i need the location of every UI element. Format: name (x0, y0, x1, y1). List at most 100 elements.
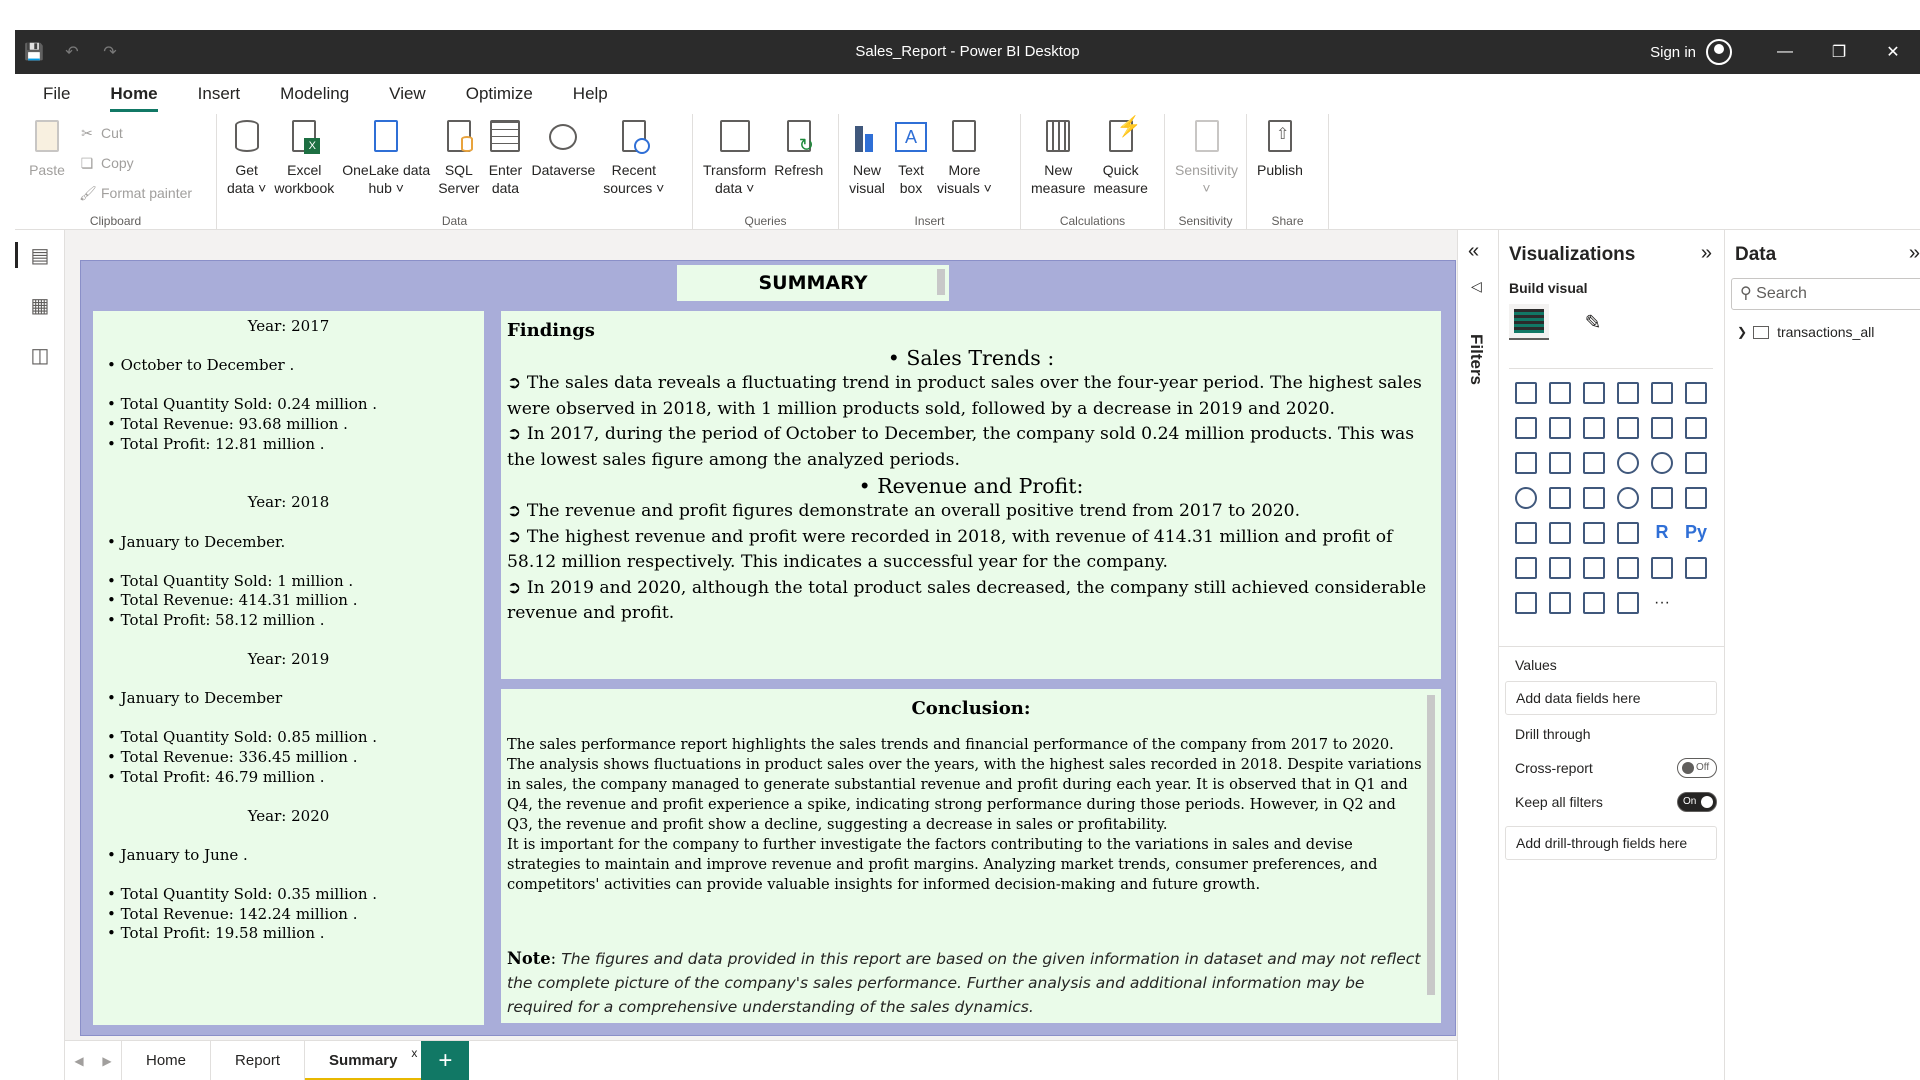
100-stacked-bar-chart-icon[interactable] (1645, 375, 1679, 410)
undo-icon[interactable]: ↶ (53, 30, 91, 74)
key-influencers-icon[interactable] (1509, 550, 1543, 585)
keep-all-filters-state: On (1683, 796, 1697, 807)
power-apps-icon[interactable] (1509, 585, 1543, 620)
r-script-visual-icon[interactable]: R (1645, 515, 1679, 550)
python-visual-icon[interactable]: Py (1679, 515, 1713, 550)
keep-all-filters-toggle[interactable]: On (1677, 792, 1717, 812)
map-icon[interactable] (1509, 480, 1543, 515)
close-tab-icon[interactable]: x (411, 1033, 417, 1073)
slicer-icon[interactable] (1543, 515, 1577, 550)
sql-label-1: SQL (444, 162, 473, 178)
treemap-icon[interactable] (1679, 445, 1713, 480)
ribbon-chart-icon[interactable] (1679, 410, 1713, 445)
waterfall-chart-icon[interactable] (1509, 445, 1543, 480)
menu-file[interactable]: File (43, 74, 70, 114)
azure-map-icon[interactable] (1577, 480, 1611, 515)
model-view-icon[interactable]: ◫ (15, 330, 65, 380)
data-search-input[interactable]: ⚲ Search (1731, 278, 1920, 310)
power-platform-icon[interactable] (1611, 585, 1645, 620)
close-button[interactable]: ✕ (1866, 30, 1920, 74)
prev-page-icon[interactable]: ◀ (65, 1054, 93, 1068)
100-stacked-column-chart-icon[interactable] (1679, 375, 1713, 410)
matrix-icon[interactable] (1611, 515, 1645, 550)
menu-view[interactable]: View (389, 74, 426, 114)
scatter-chart-icon[interactable] (1577, 445, 1611, 480)
pie-chart-icon[interactable] (1611, 445, 1645, 480)
funnel-chart-icon[interactable] (1543, 445, 1577, 480)
page-tab-report[interactable]: Report (210, 1040, 304, 1080)
table-view-icon[interactable]: ▦ (15, 280, 65, 330)
add-page-button[interactable]: + (421, 1040, 470, 1080)
page-tab-summary[interactable]: Summary x (304, 1040, 422, 1080)
copy-button[interactable]: ❏ Copy (79, 148, 192, 178)
menu-modeling[interactable]: Modeling (280, 74, 349, 114)
donut-chart-icon[interactable] (1645, 445, 1679, 480)
menu-optimize[interactable]: Optimize (466, 74, 533, 114)
cut-button[interactable]: ✂ Cut (79, 118, 192, 148)
multi-row-card-icon[interactable] (1679, 480, 1713, 515)
drill-through-drop-zone[interactable]: Add drill-through fields here (1505, 826, 1717, 860)
page-tabs: ◀ ▶ Home Report Summary x + (65, 1040, 1457, 1080)
conclusion-panel: Conclusion: The sales performance report… (501, 689, 1441, 1023)
area-chart-icon[interactable] (1543, 410, 1577, 445)
account-icon[interactable] (1706, 39, 1732, 65)
year-revenue: • Total Revenue: 414.31 million . (107, 591, 358, 610)
decomposition-tree-icon[interactable] (1543, 550, 1577, 585)
power-automate-icon[interactable] (1577, 585, 1611, 620)
quick-measure-icon: ⚡ (1103, 117, 1142, 158)
year-period: • January to June . (107, 846, 248, 865)
filled-map-icon[interactable] (1543, 480, 1577, 515)
format-painter-button[interactable]: 🖌 Format painter (79, 178, 192, 208)
sign-in-link[interactable]: Sign in (1650, 44, 1696, 61)
finding-item: ➲ The sales data reveals a fluctuating t… (507, 373, 1422, 419)
new-visual-label-2: visual (849, 180, 885, 196)
stacked-area-chart-icon[interactable] (1577, 410, 1611, 445)
more-visuals-ellipsis-icon[interactable]: ··· (1645, 585, 1679, 620)
redo-icon[interactable]: ↷ (91, 30, 129, 74)
collapse-visualizations-icon[interactable]: » (1701, 242, 1712, 265)
clustered-column-chart-icon[interactable] (1611, 375, 1645, 410)
chevron-right-icon[interactable]: ❯ (1737, 325, 1747, 339)
page-tab-home[interactable]: Home (121, 1040, 210, 1080)
build-visual-icon[interactable] (1509, 304, 1549, 340)
clustered-bar-chart-icon[interactable] (1577, 375, 1611, 410)
menu-home[interactable]: Home (110, 74, 158, 114)
sql-server-icon (441, 118, 477, 158)
stacked-bar-chart-icon[interactable] (1509, 375, 1543, 410)
gauge-icon[interactable] (1611, 480, 1645, 515)
paste-label: Paste (29, 162, 65, 178)
expand-filters-icon[interactable]: « (1468, 240, 1479, 263)
card-icon[interactable] (1645, 480, 1679, 515)
menu-insert[interactable]: Insert (198, 74, 241, 114)
table-item[interactable]: ❯ transactions_all (1737, 324, 1874, 340)
arcgis-map-icon[interactable] (1543, 585, 1577, 620)
report-view-icon[interactable]: ▤ (15, 230, 65, 280)
filter-icon: ◁ (1471, 278, 1482, 294)
get-data-label-2: data ˅ (227, 180, 267, 196)
qna-icon[interactable] (1577, 550, 1611, 585)
conclusion-scrollbar[interactable] (1427, 695, 1435, 995)
save-icon[interactable]: 💾 (15, 30, 53, 74)
menu-bar: File Home Insert Modeling View Optimize … (15, 74, 1920, 114)
narrative-icon[interactable] (1611, 550, 1645, 585)
finding-item: ➲ The revenue and profit figures demonst… (507, 501, 1301, 521)
stacked-column-chart-icon[interactable] (1543, 375, 1577, 410)
line-chart-icon[interactable] (1509, 410, 1543, 445)
next-page-icon[interactable]: ▶ (93, 1054, 121, 1068)
paginated-report-icon[interactable] (1679, 550, 1713, 585)
collapse-data-icon[interactable]: » (1909, 242, 1920, 265)
kpi-icon[interactable] (1509, 515, 1543, 550)
values-drop-zone[interactable]: Add data fields here (1505, 681, 1717, 715)
menu-help[interactable]: Help (573, 74, 608, 114)
line-clustered-column-chart-icon[interactable] (1645, 410, 1679, 445)
line-stacked-column-chart-icon[interactable] (1611, 410, 1645, 445)
title-scrollbar[interactable] (937, 269, 945, 295)
goals-icon[interactable] (1645, 550, 1679, 585)
table-visual-icon[interactable] (1577, 515, 1611, 550)
filters-pane-collapsed[interactable]: « ◁ Filters (1457, 230, 1499, 1080)
minimize-button[interactable]: — (1758, 30, 1812, 74)
format-visual-icon[interactable]: ✎ (1573, 304, 1613, 340)
cross-report-toggle[interactable]: Off (1677, 758, 1717, 778)
sensitivity-chevron-icon: ˅ (1202, 180, 1211, 196)
restore-button[interactable]: ❐ (1812, 30, 1866, 74)
